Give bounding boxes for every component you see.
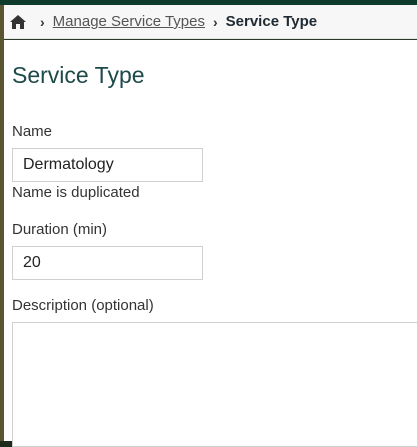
breadcrumb: › Manage Service Types › Service Type [4, 5, 417, 39]
breadcrumb-current: Service Type [225, 13, 318, 30]
duration-label: Duration (min) [12, 221, 108, 238]
breadcrumb-link-manage-service-types[interactable]: Manage Service Types [53, 13, 205, 30]
name-label: Name [12, 123, 53, 140]
page-title: Service Type [12, 62, 145, 88]
duration-input[interactable] [12, 246, 203, 280]
home-icon[interactable] [10, 14, 26, 29]
chevron-right-icon: › [212, 13, 218, 30]
name-input[interactable] [12, 148, 203, 182]
name-error-message: Name is duplicated [12, 184, 140, 201]
description-textarea[interactable] [12, 322, 417, 447]
description-label: Description (optional) [12, 297, 154, 314]
main-panel: Service Type Name Name is duplicated Dur… [4, 40, 417, 447]
app-frame: › Manage Service Types › Service Type Se… [0, 0, 417, 447]
chevron-right-icon: › [40, 13, 45, 30]
